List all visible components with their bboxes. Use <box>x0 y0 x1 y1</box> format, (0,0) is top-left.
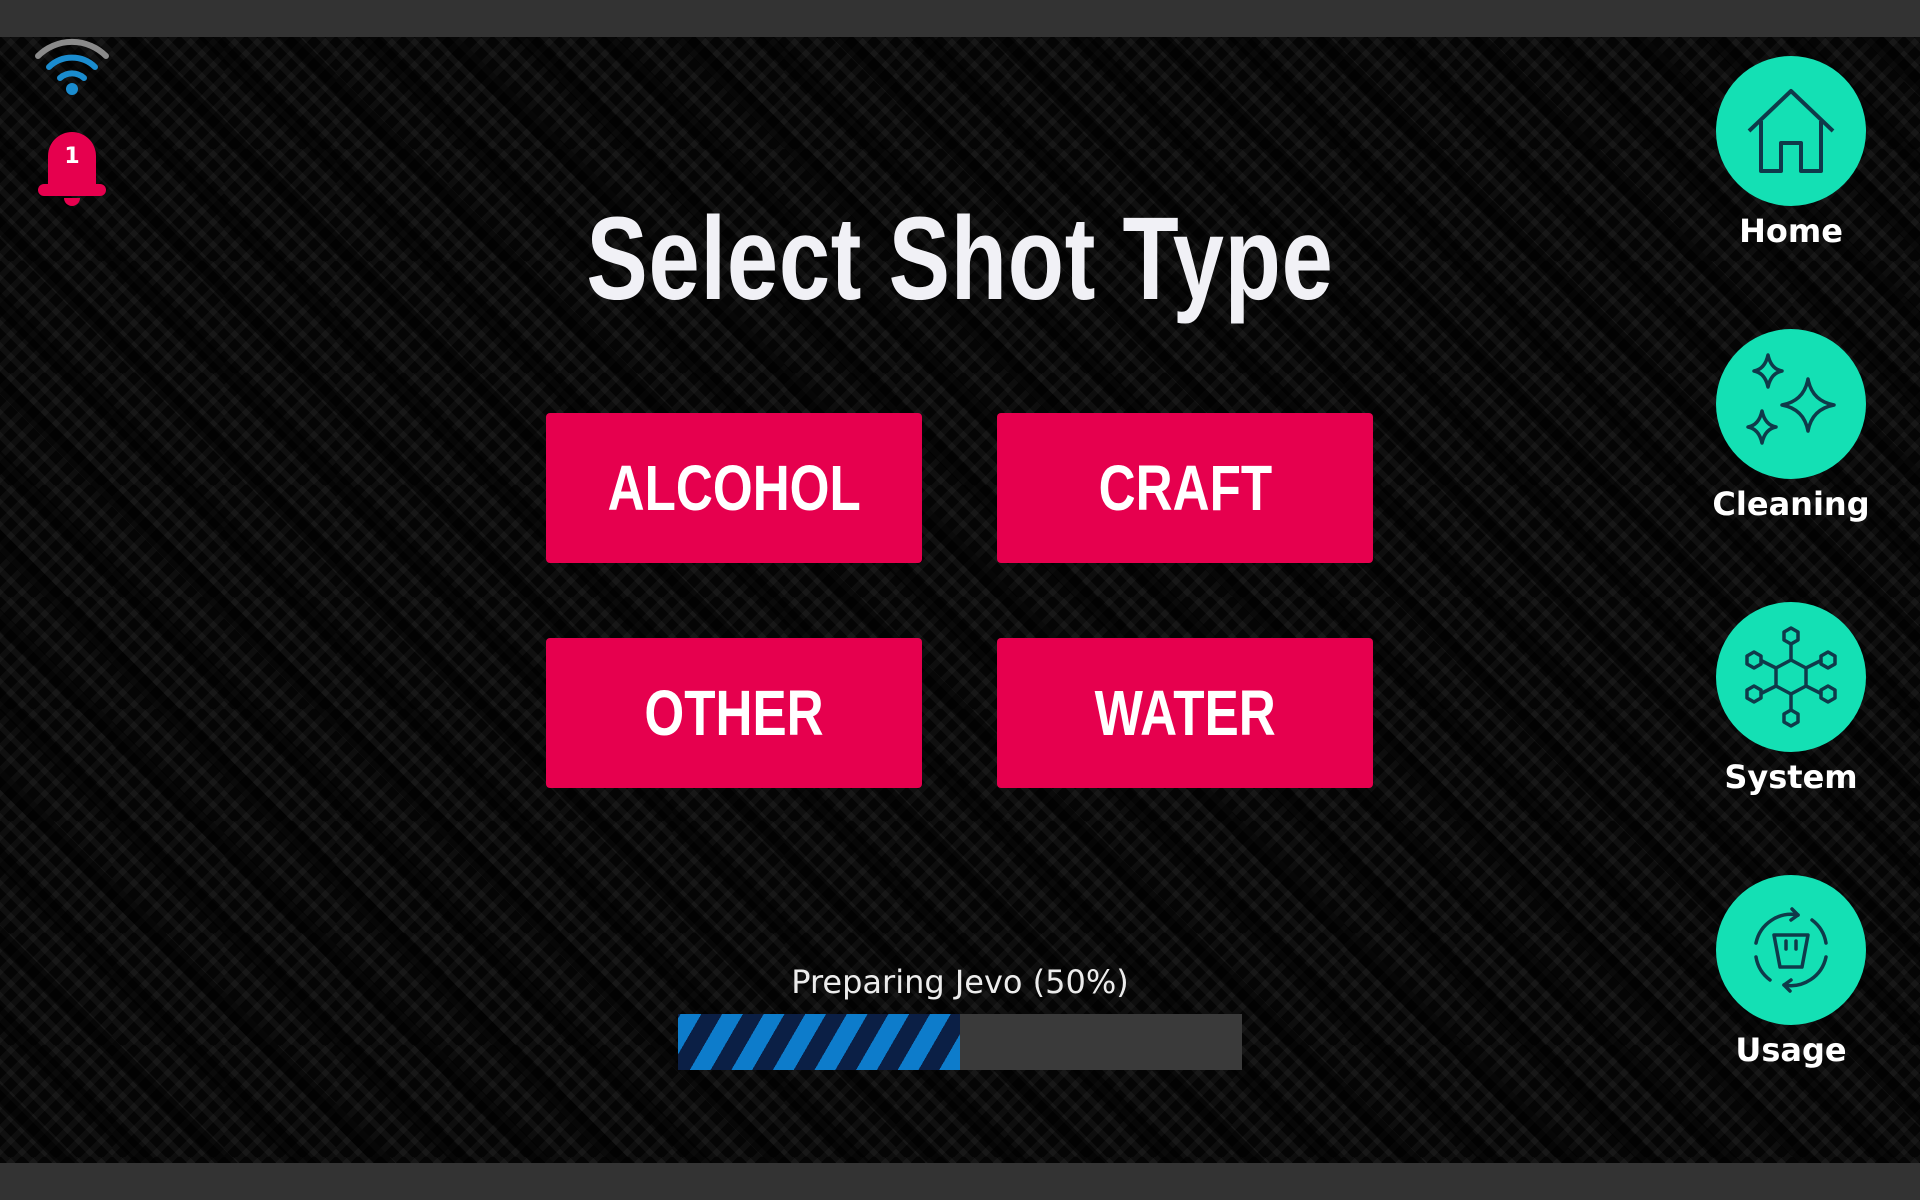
progress-label: Preparing Jevo (50%) <box>791 963 1129 1001</box>
network-icon <box>1745 626 1837 728</box>
wifi-icon[interactable] <box>34 36 110 96</box>
alcohol-button[interactable]: ALCOHOL <box>546 413 922 563</box>
alcohol-button-label: ALCOHOL <box>607 452 861 524</box>
craft-button[interactable]: CRAFT <box>997 413 1373 563</box>
craft-button-label: CRAFT <box>1098 452 1272 524</box>
nav-cleaning-button[interactable]: Cleaning <box>1706 329 1876 523</box>
nav-usage-label: Usage <box>1735 1031 1847 1069</box>
notification-count-badge: 1 <box>64 144 80 169</box>
nav-usage-circle <box>1716 875 1866 1025</box>
progress-bar-fill <box>678 1014 960 1070</box>
nav-home-circle <box>1716 56 1866 206</box>
water-button[interactable]: WATER <box>997 638 1373 788</box>
home-icon <box>1747 89 1835 173</box>
other-button[interactable]: OTHER <box>546 638 922 788</box>
other-button-label: OTHER <box>644 677 824 749</box>
nav-home-button[interactable]: Home <box>1706 56 1876 250</box>
nav-system-circle <box>1716 602 1866 752</box>
nav-cleaning-circle <box>1716 329 1866 479</box>
nav-cleaning-label: Cleaning <box>1712 485 1870 523</box>
water-button-label: WATER <box>1094 677 1276 749</box>
nav-home-label: Home <box>1739 212 1843 250</box>
page-title: Select Shot Type <box>586 193 1334 325</box>
nav-system-label: System <box>1724 758 1858 796</box>
top-frame-bar <box>0 0 1920 37</box>
progress-bar <box>678 1014 1242 1070</box>
nav-system-button[interactable]: System <box>1706 602 1876 796</box>
sparkles-icon <box>1746 353 1836 445</box>
nav-usage-button[interactable]: Usage <box>1706 875 1876 1069</box>
bottom-frame-bar <box>0 1163 1920 1200</box>
cup-cycle-icon <box>1754 907 1828 993</box>
